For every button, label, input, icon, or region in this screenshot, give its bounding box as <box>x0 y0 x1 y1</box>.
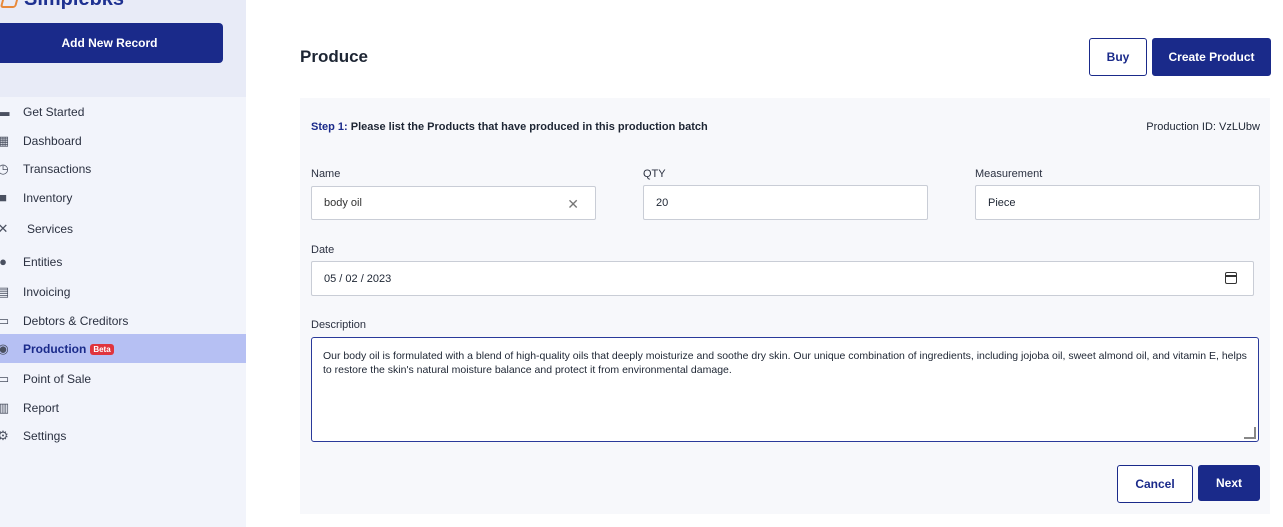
production-form: Step 1: Please list the Products that ha… <box>300 98 1270 514</box>
page-title: Produce <box>300 47 369 66</box>
name-label: Name <box>311 168 341 180</box>
add-new-record-button[interactable]: Add New Record <box>0 23 223 63</box>
step-text: Please list the Products that have produ… <box>350 121 708 133</box>
sidebar-item-entities[interactable]: ● Entities <box>0 247 246 276</box>
sidebar-item-settings[interactable]: ⚙ Settings <box>0 421 246 450</box>
qty-field[interactable]: 20 <box>643 185 928 220</box>
gear-icon: ⚙ <box>0 427 9 443</box>
measurement-label: Measurement <box>975 168 1043 180</box>
beta-badge: Beta <box>90 343 114 355</box>
invoice-icon: ▤ <box>0 283 10 299</box>
sidebar-item-label: Transactions <box>23 161 92 176</box>
brand-logo[interactable]: Simplebks <box>0 0 124 11</box>
description-value: Our body oil is formulated with a blend … <box>323 350 1247 376</box>
sidebar-item-production[interactable]: ◉ Production Beta <box>0 334 246 363</box>
buy-button[interactable]: Buy <box>1089 38 1147 76</box>
sidebar-item-label: Entities <box>23 254 63 269</box>
step-number: Step 1: <box>311 121 348 133</box>
cancel-button[interactable]: Cancel <box>1117 465 1193 503</box>
date-field[interactable]: 05 / 02 / 2023 <box>311 261 1254 296</box>
chart-icon: ▥ <box>0 399 10 415</box>
step-instruction: Step 1: Please list the Products that ha… <box>311 121 708 133</box>
card-icon: ▭ <box>0 370 10 386</box>
sidebar-item-label: Dashboard <box>23 133 82 148</box>
date-value: 05 / 02 / 2023 <box>324 272 392 285</box>
measurement-field[interactable]: Piece <box>975 185 1260 220</box>
create-product-button[interactable]: Create Product <box>1152 38 1271 76</box>
sidebar-item-label: Point of Sale <box>23 371 92 386</box>
sidebar: Simplebks Add New Record ▬ Get Started ▦… <box>0 0 246 527</box>
qty-label: QTY <box>643 168 666 180</box>
calendar-icon[interactable] <box>1225 272 1237 284</box>
next-button[interactable]: Next <box>1198 465 1260 501</box>
sidebar-item-report[interactable]: ▥ Report <box>0 393 246 422</box>
production-icon: ◉ <box>0 340 9 356</box>
brand-mark-icon <box>0 0 21 8</box>
sidebar-item-transactions[interactable]: ◷ Transactions <box>0 154 246 183</box>
clear-icon[interactable]: ✕ <box>567 196 579 213</box>
ledger-icon: ▭ <box>0 312 10 328</box>
production-id: Production ID: VzLUbw <box>1146 121 1260 133</box>
sidebar-item-label: Get Started <box>23 104 85 119</box>
sidebar-item-dashboard[interactable]: ▦ Dashboard <box>0 126 246 155</box>
dashboard-icon: ▦ <box>0 132 10 148</box>
clock-icon: ◷ <box>0 160 9 176</box>
person-icon: ● <box>0 254 7 269</box>
sidebar-item-label: Services <box>27 221 74 236</box>
date-label: Date <box>311 244 335 256</box>
store-icon: ▬ <box>0 104 10 119</box>
name-value: body oil <box>324 197 362 209</box>
sidebar-item-label: Settings <box>23 428 67 443</box>
sidebar-item-label: Report <box>23 400 60 415</box>
name-field[interactable]: body oil ✕ <box>311 186 596 220</box>
sidebar-header: Simplebks Add New Record <box>0 0 246 97</box>
resize-handle-icon[interactable] <box>1244 427 1256 439</box>
description-textarea[interactable]: Our body oil is formulated with a blend … <box>311 337 1259 442</box>
sidebar-item-label: Inventory <box>23 190 73 205</box>
briefcase-icon: ■ <box>0 190 7 205</box>
sidebar-item-services[interactable]: ✕ Services <box>0 214 246 243</box>
sidebar-item-label: Debtors & Creditors <box>23 313 129 328</box>
sidebar-item-inventory[interactable]: ■ Inventory <box>0 183 246 212</box>
sidebar-item-get-started[interactable]: ▬ Get Started <box>0 97 246 126</box>
description-label: Description <box>311 319 367 331</box>
sidebar-item-label: Production Beta <box>23 342 114 356</box>
sidebar-item-debtors-creditors[interactable]: ▭ Debtors & Creditors <box>0 306 246 335</box>
tools-icon: ✕ <box>0 220 9 236</box>
sidebar-item-production-label: Production <box>23 341 87 356</box>
brand-name: Simplebks <box>24 0 124 10</box>
sidebar-item-invoicing[interactable]: ▤ Invoicing <box>0 277 246 306</box>
sidebar-item-point-of-sale[interactable]: ▭ Point of Sale <box>0 364 246 393</box>
sidebar-item-label: Invoicing <box>23 284 71 299</box>
